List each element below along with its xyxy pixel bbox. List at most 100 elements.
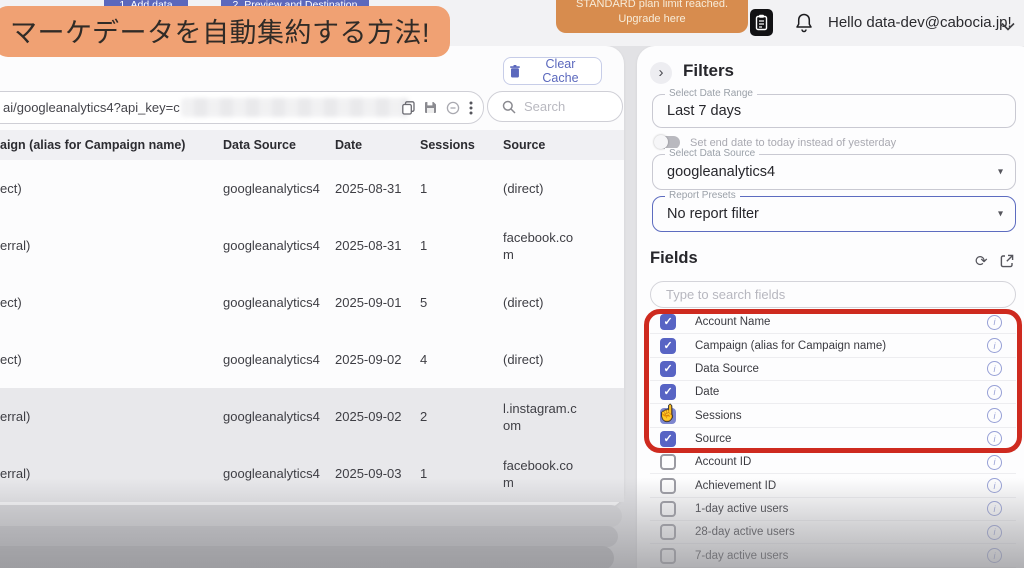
field-label: Sessions <box>695 410 742 422</box>
field-label: 7-day active users <box>695 550 788 562</box>
faded-card-1 <box>0 505 622 527</box>
info-icon[interactable] <box>987 525 1002 540</box>
trash-icon <box>510 65 520 78</box>
plan-limit-text: STANDARD plan limit reached. <box>562 0 742 12</box>
caret-down-icon <box>998 167 1003 178</box>
upgrade-plan-button[interactable]: STANDARD plan limit reached. Upgrade her… <box>556 0 748 33</box>
table-body: ect) googleanalytics4 2025-08-31 1 (dire… <box>0 160 624 502</box>
account-greeting[interactable]: Hello data-dev@cabocia.jp! <box>828 14 1012 31</box>
info-icon[interactable] <box>987 385 1002 400</box>
field-row: Achievement ID <box>650 474 1016 497</box>
field-checkbox[interactable] <box>660 524 676 540</box>
fields-search-input[interactable]: Type to search fields <box>650 281 1016 308</box>
cell-campaign: erral) <box>0 238 223 253</box>
field-checkbox[interactable] <box>660 384 676 400</box>
field-checkbox[interactable] <box>660 478 676 494</box>
cell-date: 2025-08-31 <box>335 181 420 196</box>
field-label: Account Name <box>695 316 770 328</box>
cell-sessions: 1 <box>420 238 503 253</box>
cell-data-source: googleanalytics4 <box>223 351 335 368</box>
cell-source: (direct) <box>503 294 624 311</box>
cell-source-text: (direct) <box>503 180 579 197</box>
field-row: Sessions <box>650 404 1016 427</box>
field-label: Date <box>695 386 719 398</box>
field-checkbox[interactable] <box>660 548 676 564</box>
cell-campaign: ect) <box>0 352 223 367</box>
info-icon[interactable] <box>987 478 1002 493</box>
report-presets-value: No report filter <box>667 206 759 222</box>
end-date-toggle-label: Set end date to today instead of yesterd… <box>690 137 896 149</box>
cell-date: 2025-09-02 <box>335 409 420 424</box>
cell-data-source: googleanalytics4 <box>223 465 335 482</box>
cell-data-source-text: googleanalytics4 <box>223 408 326 425</box>
mouse-cursor <box>658 404 677 422</box>
field-checkbox[interactable] <box>660 431 676 447</box>
video-caption-banner: マーケデータを自動集約する方法! <box>0 6 450 57</box>
cell-campaign: ect) <box>0 295 223 310</box>
field-checkbox[interactable] <box>660 454 676 470</box>
refresh-fields-icon[interactable] <box>975 252 988 270</box>
field-row: Data Source <box>650 358 1016 381</box>
field-label: 1-day active users <box>695 503 788 515</box>
field-row: 1-day active users <box>650 498 1016 521</box>
date-range-value: Last 7 days <box>667 103 741 119</box>
data-source-select[interactable]: Select Data Source googleanalytics4 <box>652 154 1016 190</box>
info-icon[interactable] <box>987 408 1002 423</box>
field-row: Account ID <box>650 451 1016 474</box>
table-row: erral) googleanalytics4 2025-09-02 2 l.i… <box>0 388 624 445</box>
cell-campaign: erral) <box>0 466 223 481</box>
field-checkbox[interactable] <box>660 501 676 517</box>
clipboard-icon <box>755 14 768 31</box>
data-source-value: googleanalytics4 <box>667 164 775 180</box>
column-campaign: aign (alias for Campaign name) <box>0 138 185 152</box>
date-range-label: Select Date Range <box>665 88 757 99</box>
field-checkbox[interactable] <box>660 361 676 377</box>
info-icon[interactable] <box>987 338 1002 353</box>
cell-source: facebook.com <box>503 457 624 491</box>
cell-date: 2025-09-03 <box>335 466 420 481</box>
report-presets-select[interactable]: Report Presets No report filter <box>652 196 1016 232</box>
cell-source-text: (direct) <box>503 294 579 311</box>
cell-data-source-text: googleanalytics4 <box>223 180 326 197</box>
notifications-button[interactable] <box>794 12 814 39</box>
cell-source-text: facebook.com <box>503 229 579 263</box>
cell-source-text: (direct) <box>503 351 579 368</box>
info-icon[interactable] <box>987 455 1002 470</box>
cell-data-source: googleanalytics4 <box>223 180 335 197</box>
open-in-new-icon[interactable] <box>1000 254 1014 273</box>
field-checkbox[interactable] <box>660 314 676 330</box>
cell-sessions: 1 <box>420 181 503 196</box>
field-row: Date <box>650 381 1016 404</box>
info-icon[interactable] <box>987 548 1002 563</box>
cell-source: facebook.com <box>503 229 624 263</box>
redacted-api-key <box>181 98 409 117</box>
copy-icon[interactable] <box>402 101 415 115</box>
field-label: Account ID <box>695 456 751 468</box>
table-row: ect) googleanalytics4 2025-08-31 1 (dire… <box>0 160 624 217</box>
date-range-select[interactable]: Select Date Range Last 7 days <box>652 94 1016 128</box>
collapse-circle-icon[interactable] <box>446 101 460 115</box>
clipboard-button[interactable] <box>750 9 773 36</box>
info-icon[interactable] <box>987 315 1002 330</box>
fields-list: Account Name Campaign (alias for Campaig… <box>650 311 1016 568</box>
collapse-panel-chevron-right-icon[interactable] <box>650 62 672 84</box>
table-row: ect) googleanalytics4 2025-09-01 5 (dire… <box>0 274 624 331</box>
clear-cache-button[interactable]: Clear Cache <box>503 57 602 85</box>
field-checkbox[interactable] <box>660 338 676 354</box>
info-icon[interactable] <box>987 431 1002 446</box>
faded-card-3 <box>0 546 614 568</box>
api-url-input[interactable]: ai/googleanalytics4?api_key=c <box>0 91 484 124</box>
clear-cache-label: Clear Cache <box>526 57 595 85</box>
field-row: Source <box>650 428 1016 451</box>
kebab-menu-icon[interactable] <box>469 101 473 115</box>
cell-source: (direct) <box>503 180 624 197</box>
cell-data-source-text: googleanalytics4 <box>223 465 326 482</box>
save-icon[interactable] <box>424 101 437 114</box>
column-sessions: Sessions <box>420 138 475 152</box>
cell-date: 2025-09-01 <box>335 295 420 310</box>
cell-source: (direct) <box>503 351 624 368</box>
table-search-input[interactable]: Search <box>487 91 623 122</box>
account-menu-chevron-down-icon[interactable] <box>1001 18 1015 36</box>
info-icon[interactable] <box>987 501 1002 516</box>
info-icon[interactable] <box>987 361 1002 376</box>
